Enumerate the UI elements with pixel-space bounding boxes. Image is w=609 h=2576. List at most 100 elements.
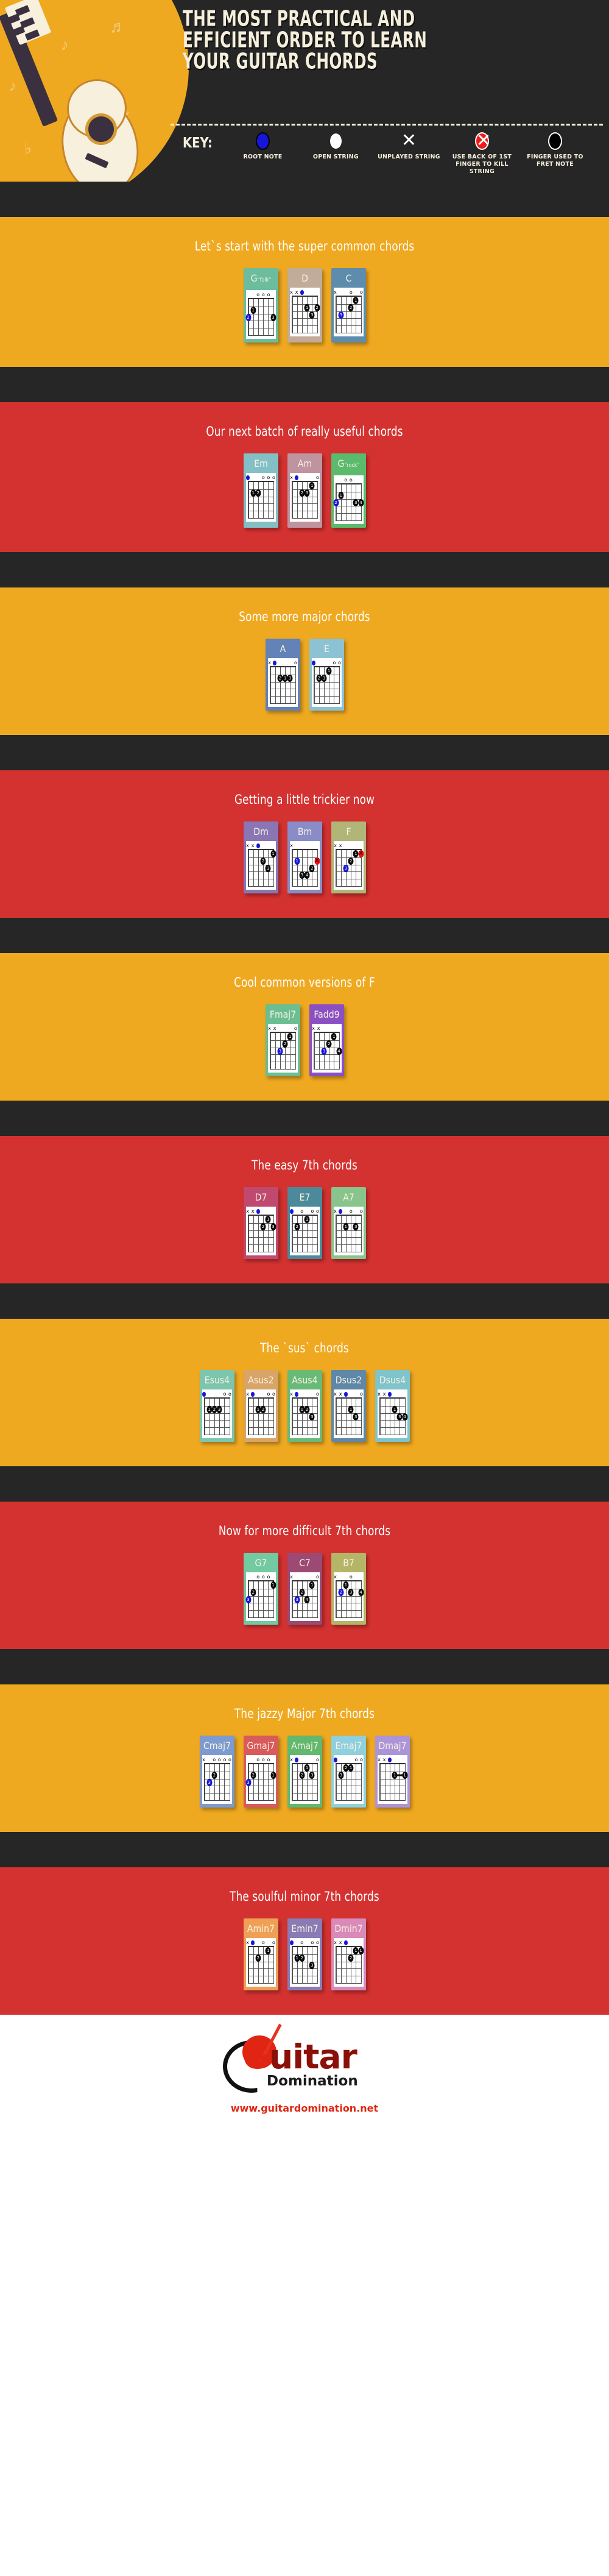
unplayed-string-marker: x [339, 1940, 342, 1945]
chord-card[interactable]: Fmaj7 x x o 1 2 3 [265, 1004, 300, 1076]
chord-card[interactable]: Emaj7 o o 2 1 3 [331, 1736, 366, 1808]
string-line [270, 1033, 271, 1069]
chord-card[interactable]: Dmin7 x x 1 1 2 [331, 1918, 366, 1990]
chord-card[interactable]: Cx o o123 [331, 268, 366, 342]
string-line [379, 1399, 381, 1435]
key-item-root-note: ROOT NOTE [226, 130, 299, 161]
string-markers: xoo [334, 1208, 363, 1215]
finger-dot: 3 [265, 864, 271, 872]
chord-card[interactable]: G”rock” o o 1 2 3 4 [331, 453, 366, 528]
open-string-marker: o [333, 660, 336, 665]
unplayed-string-marker: x [290, 475, 293, 480]
string-markers: ooo [245, 475, 275, 481]
string-line [307, 482, 308, 518]
fret-line [292, 1610, 317, 1611]
chord-card[interactable]: Eoo123 [309, 639, 344, 711]
open-string-marker: o [223, 1391, 227, 1397]
fretboard-grid: 12 [291, 1215, 318, 1252]
open-string-marker: o [256, 292, 260, 297]
website-url[interactable]: www.guitardomination.net [0, 2102, 609, 2114]
chord-card[interactable]: Dm x x 1 2 3 [243, 821, 278, 893]
chord-card[interactable]: Dxx123 [287, 268, 322, 342]
finger-dot: 1 [304, 1764, 310, 1772]
chord-card[interactable]: Esus4 o o 1 2 3 [199, 1370, 234, 1442]
chord-card[interactable]: Bmx1234 [287, 821, 322, 893]
string-line [292, 1947, 293, 1983]
string-line [297, 1399, 298, 1435]
header-banner: ♪ ♫ ♪ ♬ ♭ 𝄞 ♪ ♯ THE MOST PRACTICAL AND E… [0, 0, 609, 182]
chord-card[interactable]: E7 o o o 1 2 [287, 1187, 322, 1259]
chord-card[interactable]: C7 x o 1 2 3 4 [287, 1553, 322, 1625]
fret-line [248, 1230, 273, 1231]
finger-dot: 3 [353, 1222, 359, 1230]
chord-card[interactable]: Gmaj7 o o o 2 1 3 [243, 1736, 278, 1808]
chord-diagram: xx134 [377, 1389, 407, 1438]
finger-dot: 1 [326, 667, 332, 675]
finger-dot: 4 [304, 871, 310, 879]
string-markers: xx [378, 1757, 406, 1763]
chord-card[interactable]: Asus2 x o o 1 2 [243, 1370, 278, 1442]
chord-card[interactable]: A7 x o o 1 3 [331, 1187, 366, 1259]
chord-card[interactable]: Emin7 o o o 1 2 3 [287, 1918, 322, 1990]
unplayed-string-marker: x [334, 1940, 337, 1945]
chord-card[interactable]: Amin7 x o o 1 2 [243, 1918, 278, 1990]
chord-card[interactable]: Cmaj7 x o o o o 2 3 [199, 1736, 234, 1808]
open-string-marker: o [311, 1208, 314, 1214]
chord-card[interactable]: D7 x x 1 2 3 [243, 1187, 278, 1259]
string-markers: oo [333, 1757, 363, 1763]
chord-diagram: ooo123 [245, 290, 276, 339]
finger-dot: 1 [250, 306, 256, 314]
string-markers: ooo [248, 292, 274, 298]
chord-card[interactable]: Dsus2 x x o 1 3 [331, 1370, 366, 1442]
unplayed-string-marker: x [246, 843, 249, 848]
unplayed-string-marker: x [334, 1574, 337, 1580]
chord-card[interactable]: Dsus4 x x 1 3 4 [375, 1370, 410, 1442]
chord-card[interactable]: Asus4 x o 1 2 3 [287, 1370, 322, 1442]
chord-card[interactable]: G”folk” o o o 1 2 3 [243, 268, 278, 342]
string-line [336, 850, 337, 886]
fret-line [248, 1413, 273, 1414]
chord-card[interactable]: Fxx123 [331, 821, 366, 893]
chord-card[interactable]: Em o o o 1 2 [243, 453, 278, 528]
unplayed-string-marker: x [268, 1026, 271, 1031]
string-line [275, 667, 276, 703]
chord-diagram: oo213 [333, 1755, 364, 1804]
string-line [301, 1764, 303, 1800]
open-string-marker: o [256, 1574, 260, 1580]
finger-dot: 2 [326, 1040, 332, 1048]
string-line [253, 1947, 254, 1983]
unplayed-string-marker: x [246, 1391, 249, 1397]
string-line [253, 1581, 254, 1617]
string-markers: xo [290, 1574, 319, 1580]
string-markers: xx [312, 1026, 340, 1032]
string-line [248, 1947, 249, 1983]
fret-line [270, 1054, 295, 1056]
finger-dot: 3 [309, 1961, 315, 1969]
chord-name: C7 [298, 1557, 311, 1569]
string-line [258, 1764, 259, 1800]
chord-card[interactable]: Axo213 [265, 639, 300, 711]
chord-card[interactable]: G7 o o o 1 2 3 [243, 1553, 278, 1625]
finger-dot: 3 [321, 674, 327, 682]
chord-card[interactable]: Fadd9 x x 1 2 3 4 [309, 1004, 344, 1076]
key-caption: OPEN STRING [312, 154, 359, 160]
string-markers: oo [311, 660, 341, 666]
string-line [224, 1399, 225, 1435]
chord-card[interactable]: Dmaj7 x x 1 1 [375, 1736, 410, 1808]
fretboard-grid: 123 [291, 481, 318, 519]
finger-dot: 2 [250, 1588, 256, 1596]
string-line [258, 1399, 259, 1435]
string-line [340, 850, 342, 886]
chord-card[interactable]: B7 x o 1 2 3 4 [331, 1553, 366, 1625]
chord-card[interactable]: Amaj7 x o 1 2 3 [287, 1736, 322, 1808]
open-string-marker: o [316, 1940, 319, 1945]
chord-diagram: xo123 [289, 473, 320, 522]
open-string-marker: o [228, 1757, 231, 1762]
fretboard-grid: 23 [203, 1763, 230, 1801]
chord-card[interactable]: Am x o 1 2 3 [287, 453, 322, 528]
chord-name: A [280, 643, 286, 655]
open-string-marker: o [360, 1757, 363, 1762]
fret-line [336, 1230, 361, 1231]
string-markers: xx [378, 1391, 406, 1397]
chord-diagram: xx123 [245, 841, 276, 890]
